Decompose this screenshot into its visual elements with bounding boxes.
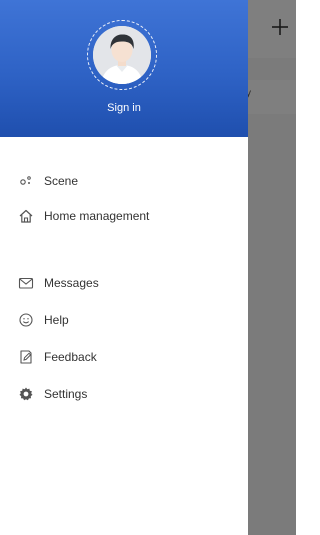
menu-item-scene[interactable]: Scene — [0, 166, 248, 196]
menu-label-settings: Settings — [44, 387, 88, 401]
menu-item-home-management[interactable]: Home management — [0, 201, 248, 231]
menu-item-messages[interactable]: Messages — [0, 268, 248, 298]
sign-in-label[interactable]: Sign in — [0, 102, 248, 114]
avatar[interactable] — [93, 26, 151, 84]
menu-label-feedback: Feedback — [44, 350, 97, 364]
menu-label-help: Help — [44, 313, 69, 327]
mail-icon — [18, 275, 34, 291]
scene-icon — [18, 173, 34, 189]
user-avatar-icon — [93, 26, 151, 84]
gear-icon — [18, 386, 34, 402]
menu-label-home-management: Home management — [44, 209, 150, 223]
navigation-drawer: Sign in Scene Home management Messages H… — [0, 0, 248, 535]
menu-item-settings[interactable]: Settings — [0, 379, 248, 409]
menu-item-help[interactable]: Help — [0, 305, 248, 335]
menu-label-scene: Scene — [44, 174, 79, 188]
home-icon — [18, 208, 34, 224]
drawer-header: Sign in — [0, 0, 248, 137]
feedback-icon — [18, 349, 34, 365]
menu-item-feedback[interactable]: Feedback — [0, 342, 248, 372]
menu-label-messages: Messages — [44, 276, 99, 290]
help-icon — [18, 312, 34, 328]
